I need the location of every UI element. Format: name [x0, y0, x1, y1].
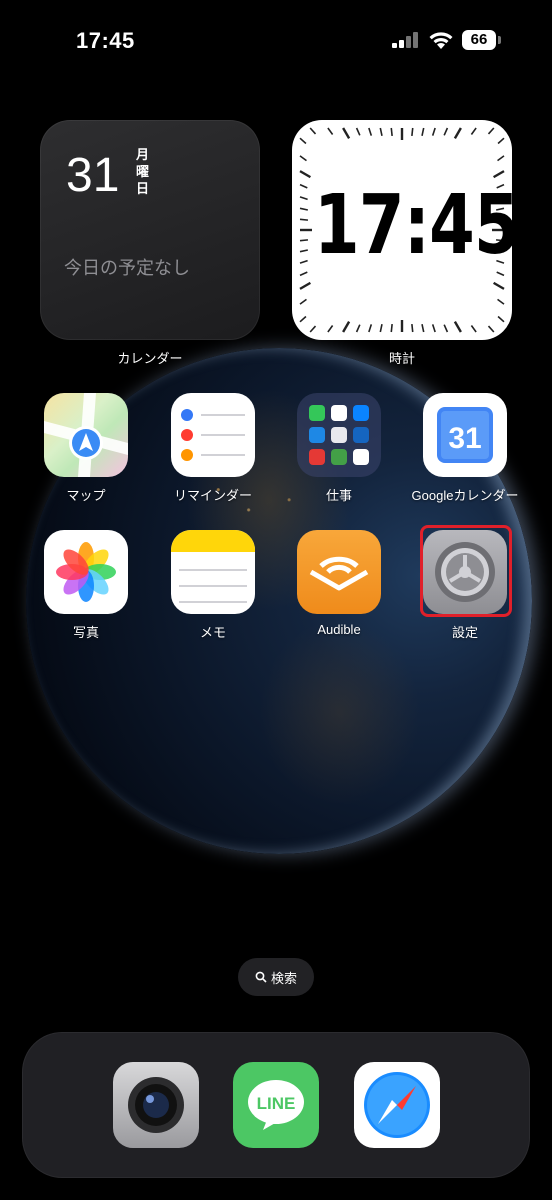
- audible-icon: [297, 530, 381, 614]
- line-icon: LINE: [248, 1080, 304, 1130]
- clock-tick: [497, 155, 505, 162]
- photos-icon: [44, 530, 128, 614]
- clock-tick: [299, 281, 311, 290]
- search-icon: [255, 971, 267, 983]
- clock-tick: [431, 127, 436, 136]
- clock-tick: [299, 315, 307, 323]
- clock-tick: [299, 207, 308, 211]
- clock-widget-label: 時計: [388, 351, 415, 366]
- app-label: マップ: [66, 488, 106, 503]
- app-maps[interactable]: マップ: [26, 393, 146, 504]
- clock-tick: [453, 321, 462, 333]
- clock-tick: [299, 249, 308, 253]
- wifi-icon: [429, 32, 453, 49]
- notes-icon: [171, 530, 255, 614]
- clock-tick: [327, 325, 334, 333]
- clock-tick: [299, 170, 311, 179]
- app-google-calendar[interactable]: 31 Googleカレンダー: [405, 393, 525, 504]
- app-reminders[interactable]: リマインダー: [153, 393, 273, 504]
- calendar-event-text: 今日の予定なし: [64, 258, 190, 278]
- clock-tick: [470, 325, 477, 333]
- search-label: 検索: [270, 970, 297, 986]
- search-button[interactable]: 検索: [238, 958, 314, 996]
- battery-icon: 66: [462, 30, 496, 50]
- app-label: メモ: [199, 625, 226, 640]
- settings-highlight-box: [420, 525, 512, 617]
- camera-app[interactable]: [113, 1062, 199, 1148]
- google-calendar-date: 31: [448, 422, 481, 455]
- app-photos[interactable]: 写真: [26, 530, 146, 641]
- battery-tip: [498, 36, 501, 44]
- clock-tick: [453, 127, 462, 139]
- clock-tick: [309, 127, 317, 135]
- clock-tick: [299, 239, 309, 242]
- clock-tick: [487, 127, 495, 135]
- clock-tick: [390, 127, 393, 137]
- safari-app[interactable]: [354, 1062, 440, 1148]
- clock-tick: [431, 324, 436, 333]
- calendar-widget-label: カレンダー: [117, 351, 183, 366]
- camera-icon: [128, 1077, 184, 1133]
- clock-tick: [379, 127, 383, 136]
- clock-tick: [327, 127, 334, 135]
- clock-tick: [411, 323, 414, 333]
- app-label: Googleカレンダー: [411, 488, 519, 503]
- clock-tick: [497, 137, 505, 145]
- clock-tick: [355, 324, 361, 333]
- clock-tick: [299, 196, 308, 201]
- google-calendar-icon: 31: [423, 393, 507, 477]
- clock-tick: [368, 324, 373, 333]
- clock-tick: [355, 127, 361, 136]
- status-time: 17:45: [76, 28, 135, 53]
- clock-tick: [497, 298, 505, 305]
- safari-icon: [364, 1072, 430, 1138]
- clock-time: 17:45: [314, 178, 520, 273]
- calendar-day: 31: [66, 149, 120, 202]
- clock-tick: [421, 324, 425, 333]
- reminders-icon: [171, 393, 255, 477]
- clock-tick: [411, 127, 414, 137]
- clock-tick: [493, 170, 505, 179]
- app-folder-work[interactable]: 仕事: [279, 393, 399, 504]
- maps-icon: [44, 393, 128, 477]
- clock-tick: [470, 127, 477, 135]
- app-label: リマインダー: [173, 488, 252, 503]
- clock-tick: [443, 127, 449, 136]
- status-bar: 17:45 66: [0, 0, 552, 80]
- clock-tick: [493, 281, 505, 290]
- folder-icon: [297, 393, 381, 477]
- clock-tick: [390, 323, 393, 333]
- line-text: LINE: [257, 1094, 296, 1113]
- clock-tick: [443, 324, 449, 333]
- line-app[interactable]: LINE: [233, 1062, 319, 1148]
- calendar-weekday: 月曜日: [136, 147, 150, 196]
- app-label: 設定: [451, 625, 478, 640]
- clock-tick: [299, 155, 307, 162]
- clock-widget[interactable]: 17:45: [292, 120, 520, 340]
- clock-tick: [299, 298, 307, 305]
- clock-tick: [299, 183, 308, 189]
- clock-tick: [299, 271, 308, 277]
- clock-tick: [368, 127, 373, 136]
- app-audible[interactable]: Audible: [279, 530, 399, 637]
- clock-tick: [421, 127, 425, 136]
- clock-tick: [342, 127, 351, 139]
- app-label: 写真: [72, 625, 99, 640]
- clock-tick: [497, 315, 505, 323]
- app-notes[interactable]: メモ: [153, 530, 273, 641]
- clock-tick: [487, 325, 495, 333]
- calendar-widget[interactable]: 31 月曜日 今日の予定なし: [40, 120, 260, 340]
- clock-tick: [299, 218, 309, 221]
- clock-tick: [299, 137, 307, 145]
- clock-tick: [379, 324, 383, 333]
- cellular-signal-icon: [392, 32, 420, 48]
- clock-tick: [342, 321, 351, 333]
- app-label: 仕事: [325, 488, 352, 503]
- clock-tick: [309, 325, 317, 333]
- clock-tick: [299, 259, 308, 264]
- app-label: Audible: [317, 622, 361, 637]
